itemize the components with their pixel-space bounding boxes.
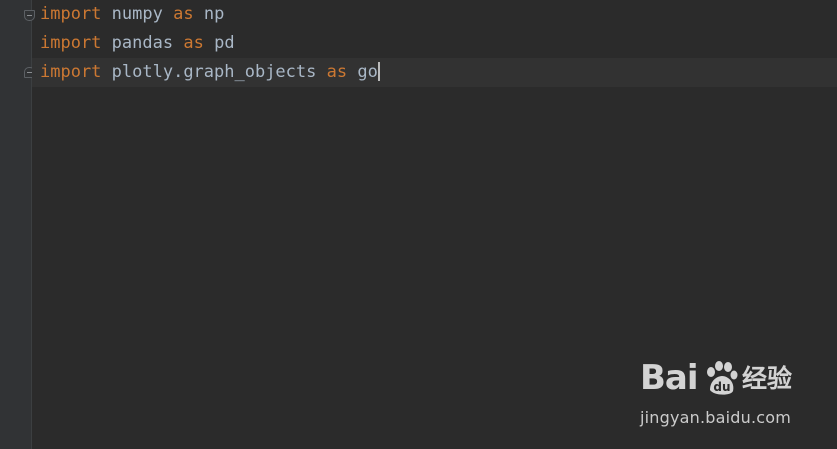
code-line[interactable]: import pandas as pd — [40, 29, 837, 58]
text-cursor — [377, 62, 380, 81]
module-name: pandas — [111, 33, 174, 53]
as-keyword: as — [173, 4, 194, 24]
editor-gutter[interactable] — [0, 0, 35, 449]
watermark-logo-suffix: 经验 — [742, 364, 793, 393]
module-name: plotly.graph_objects — [111, 62, 317, 82]
watermark-url: jingyan.baidu.com — [640, 408, 792, 427]
import-keyword: import — [40, 4, 102, 24]
module-name: numpy — [111, 4, 163, 24]
module-alias: go — [357, 62, 378, 82]
watermark: Bai du 经验 jingyan.baidu.com — [640, 358, 820, 430]
code-editor[interactable]: import numpy as np import pandas as pd i… — [0, 0, 837, 449]
module-alias: np — [203, 4, 225, 24]
import-keyword: import — [40, 33, 102, 53]
code-line[interactable]: import numpy as np — [40, 0, 837, 29]
as-keyword: as — [326, 62, 348, 82]
module-alias: pd — [214, 33, 235, 53]
watermark-logo-text: Bai — [640, 358, 699, 398]
import-keyword: import — [40, 62, 102, 82]
as-keyword: as — [183, 33, 204, 53]
code-area[interactable]: import numpy as np import pandas as pd i… — [32, 0, 837, 87]
fold-start-icon[interactable] — [24, 10, 35, 21]
current-code-line[interactable]: import plotly.graph_objects as go — [32, 58, 837, 87]
baidu-paw-icon: du — [707, 361, 738, 395]
svg-text:du: du — [713, 380, 730, 394]
